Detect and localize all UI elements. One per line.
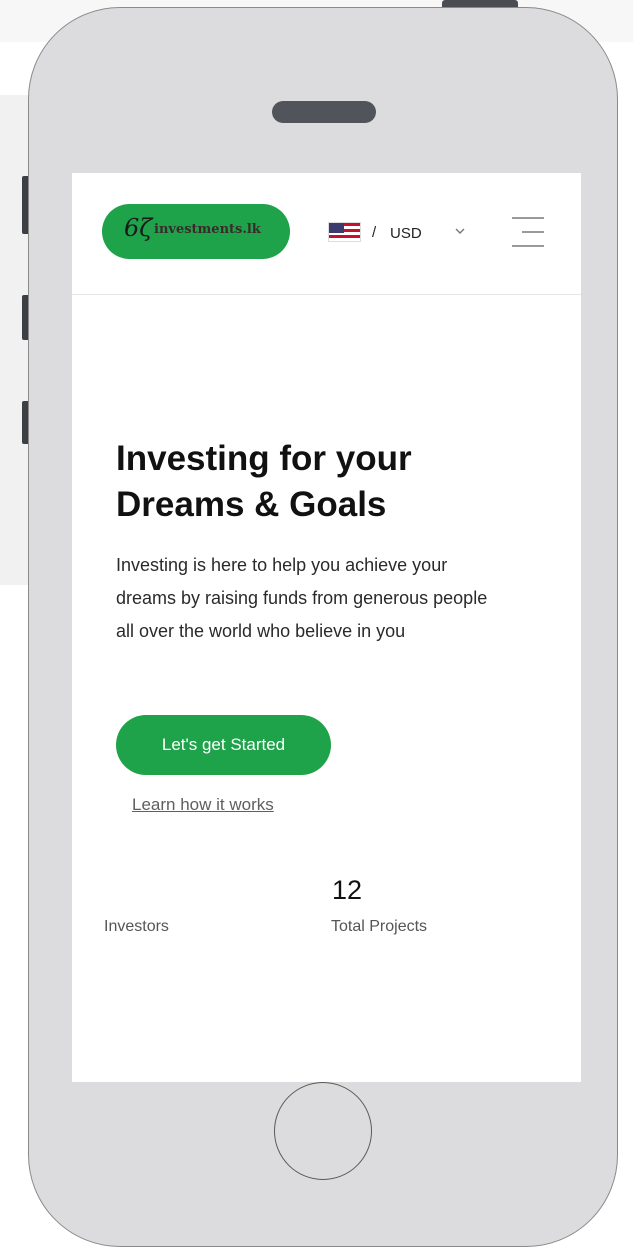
us-flag-icon[interactable] (328, 222, 361, 242)
total-projects-value: 12 (332, 875, 363, 905)
hamburger-menu-icon[interactable] (508, 215, 548, 249)
chevron-down-icon[interactable] (452, 223, 468, 239)
learn-how-it-works-link[interactable]: Learn how it works (132, 795, 274, 815)
get-started-button[interactable]: Let's get Started (116, 715, 331, 775)
investors-label: Investors (104, 918, 169, 935)
hero-description: Investing is here to help you achieve yo… (116, 555, 488, 641)
logo-text: investments.lk (154, 222, 261, 237)
logo[interactable]: 6ζ investments.lk (102, 204, 290, 259)
currency-selector-label[interactable]: USD (390, 225, 422, 242)
navbar: 6ζ investments.lk / USD (72, 173, 581, 295)
hero-title: Investing for your Dreams & Goals (116, 439, 412, 524)
flag-canton (329, 223, 344, 233)
background-page-panel (0, 95, 30, 585)
total-projects-label: Total Projects (331, 918, 428, 935)
phone-screen: 6ζ investments.lk / USD Investing for yo… (72, 173, 581, 1082)
currency-separator: / (372, 224, 377, 241)
logo-mark: 6ζ (124, 214, 153, 242)
phone-speaker (272, 101, 376, 123)
phone-home-button (274, 1082, 372, 1180)
